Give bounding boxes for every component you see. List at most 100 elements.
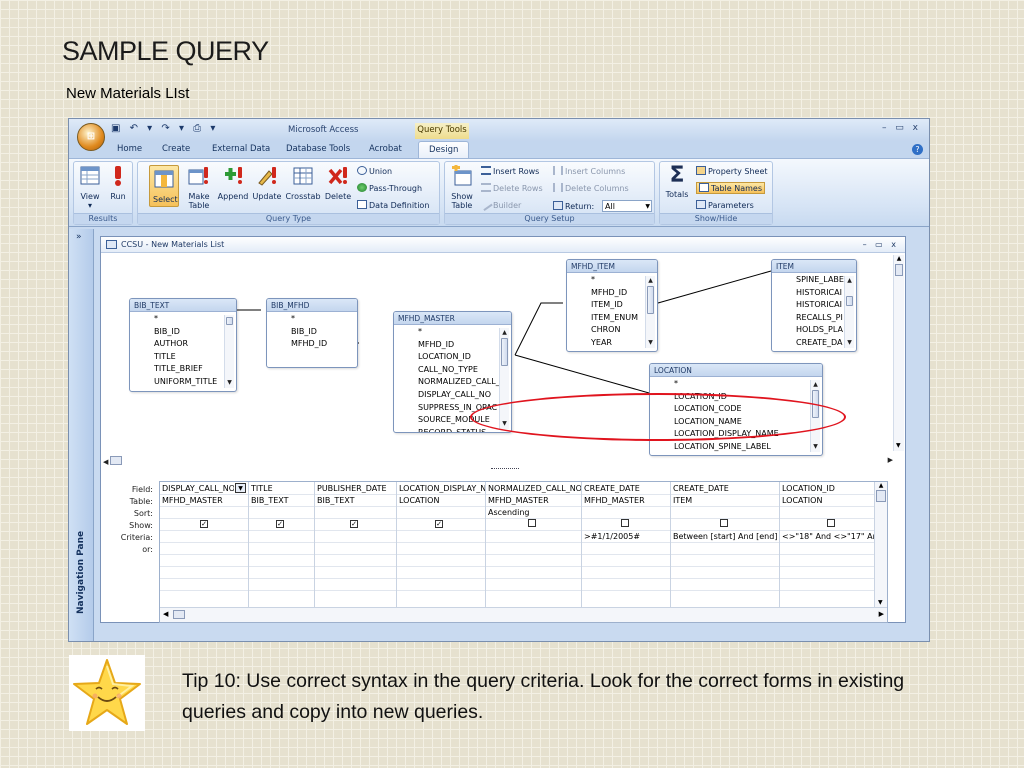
- grid-column[interactable]: LOCATION_DISPLAY_N LOCATION ✓: [397, 482, 486, 607]
- update-button[interactable]: Update: [251, 165, 283, 201]
- data-definition-button[interactable]: Data Definition: [357, 200, 429, 210]
- grid-column[interactable]: PUBLISHER_DATE BIB_TEXT ✓: [315, 482, 397, 607]
- run-button[interactable]: Run: [106, 165, 130, 201]
- navigation-pane[interactable]: » Navigation Pane: [69, 229, 94, 641]
- upper-pane-horizontal-scrollbar[interactable]: ◀ ▶: [103, 456, 893, 467]
- criteria-cell[interactable]: Between [start] And [end]: [673, 532, 779, 541]
- table-cell[interactable]: MFHD_MASTER: [488, 496, 549, 505]
- field-list-item[interactable]: *: [291, 313, 357, 326]
- quick-access-toolbar[interactable]: ▣ ↶ ▾ ↷ ▾ ⎙ ▾: [111, 123, 218, 134]
- splitter-grip[interactable]: [491, 468, 519, 472]
- field-cell[interactable]: PUBLISHER_DATE: [317, 484, 387, 493]
- return-combo[interactable]: All: [602, 200, 652, 212]
- upper-pane-vertical-scrollbar[interactable]: ▲ ▼: [893, 255, 904, 451]
- make-table-button[interactable]: Make Table: [186, 165, 212, 210]
- table-box-title[interactable]: MFHD_MASTER: [394, 312, 511, 325]
- show-checkbox[interactable]: [827, 519, 835, 529]
- show-checkbox[interactable]: ✓: [276, 519, 284, 528]
- field-list-item[interactable]: LOCATION_ID: [418, 351, 511, 364]
- field-cell[interactable]: DISPLAY_CALL_NO: [162, 484, 234, 493]
- totals-button[interactable]: Σ Totals: [663, 165, 691, 200]
- table-box-bib-text[interactable]: BIB_TEXT * ⚷BIB_ID AUTHOR TITLE TITLE_BR…: [129, 298, 237, 392]
- field-cell[interactable]: CREATE_DATE: [673, 484, 729, 493]
- grid-column[interactable]: CREATE_DATE MFHD_MASTER >#1/1/2005#: [582, 482, 671, 607]
- property-sheet-button[interactable]: Property Sheet: [696, 166, 768, 176]
- show-checkbox[interactable]: ✓: [350, 519, 358, 528]
- table-scrollbar[interactable]: ▲ ▼: [645, 276, 655, 348]
- table-cell[interactable]: BIB_TEXT: [317, 496, 355, 505]
- field-list-item[interactable]: DISPLAY_CALL_NO: [418, 389, 511, 402]
- table-box-title[interactable]: BIB_MFHD: [267, 299, 357, 312]
- grid-horizontal-scrollbar[interactable]: ◀ ▶: [160, 607, 887, 622]
- insert-columns-button[interactable]: Insert Columns: [553, 166, 625, 176]
- table-names-button[interactable]: Table Names: [696, 182, 765, 194]
- table-cell[interactable]: LOCATION: [399, 496, 439, 505]
- chevron-right-icon[interactable]: »: [76, 232, 82, 242]
- field-list-item[interactable]: CALL_NO_TYPE: [418, 364, 511, 377]
- crosstab-button[interactable]: Crosstab: [285, 165, 321, 201]
- table-cell[interactable]: MFHD_MASTER: [162, 496, 223, 505]
- table-box-bib-mfhd[interactable]: BIB_MFHD * ⚷BIB_ID ⚷MFHD_ID: [266, 298, 358, 368]
- select-button[interactable]: Select: [149, 165, 179, 207]
- builder-button[interactable]: Builder: [479, 197, 521, 212]
- field-list-item[interactable]: NORMALIZED_CALL_: [418, 376, 511, 389]
- show-table-button[interactable]: Show Table: [448, 165, 476, 210]
- tab-create[interactable]: Create: [162, 144, 190, 154]
- show-checkbox[interactable]: [621, 519, 629, 529]
- pass-through-button[interactable]: Pass-Through: [357, 183, 422, 193]
- window-controls[interactable]: – ▭ x: [882, 123, 921, 133]
- tab-external-data[interactable]: External Data: [212, 144, 270, 154]
- table-box-title[interactable]: ITEM: [772, 260, 856, 273]
- table-cell[interactable]: LOCATION: [782, 496, 822, 505]
- show-checkbox[interactable]: ✓: [435, 519, 443, 528]
- tab-acrobat[interactable]: Acrobat: [369, 144, 402, 154]
- tab-database-tools[interactable]: Database Tools: [286, 144, 350, 154]
- table-cell[interactable]: BIB_TEXT: [251, 496, 289, 505]
- table-box-title[interactable]: BIB_TEXT: [130, 299, 236, 312]
- field-dropdown-icon[interactable]: ▼: [235, 483, 246, 493]
- criteria-cell[interactable]: <>"18" And <>"17" And <: [782, 532, 874, 541]
- sort-cell[interactable]: Ascending: [488, 508, 529, 517]
- grid-column[interactable]: NORMALIZED_CALL_NO MFHD_MASTER Ascending: [486, 482, 582, 607]
- tab-home[interactable]: Home: [117, 144, 142, 154]
- field-cell[interactable]: TITLE: [251, 484, 273, 493]
- table-box-title[interactable]: MFHD_ITEM: [567, 260, 657, 273]
- show-checkbox[interactable]: [720, 519, 728, 529]
- table-scrollbar[interactable]: ▲ ▼: [844, 276, 854, 348]
- pane-splitter[interactable]: [101, 452, 905, 456]
- show-checkbox[interactable]: [528, 519, 536, 529]
- view-button[interactable]: View ▾: [78, 165, 102, 210]
- field-cell[interactable]: LOCATION_DISPLAY_N: [399, 484, 485, 493]
- table-box-title[interactable]: LOCATION: [650, 364, 822, 377]
- field-list-item[interactable]: ⚷MFHD_ID: [291, 338, 357, 351]
- insert-rows-button[interactable]: Insert Rows: [481, 166, 539, 176]
- field-cell[interactable]: CREATE_DATE: [584, 484, 640, 493]
- field-list-item[interactable]: *: [418, 326, 511, 339]
- field-list-item[interactable]: ⚷BIB_ID: [291, 326, 357, 339]
- grid-column[interactable]: TITLE BIB_TEXT ✓: [249, 482, 315, 607]
- union-button[interactable]: Union: [357, 166, 392, 176]
- table-scrollbar[interactable]: ▼: [224, 315, 234, 388]
- grid-column[interactable]: LOCATION_ID LOCATION <>"18" And <>"17" A…: [780, 482, 875, 607]
- table-box-item[interactable]: ITEM SPINE_LABE HISTORICAI HISTORICAI RE…: [771, 259, 857, 352]
- grid-column[interactable]: CREATE_DATE ITEM Between [start] And [en…: [671, 482, 780, 607]
- field-cell[interactable]: LOCATION_ID: [782, 484, 835, 493]
- delete-query-button[interactable]: Delete: [323, 165, 353, 201]
- table-cell[interactable]: ITEM: [673, 496, 692, 505]
- criteria-cell[interactable]: >#1/1/2005#: [584, 532, 640, 541]
- field-list-item[interactable]: ⚷MFHD_ID: [418, 339, 511, 352]
- help-icon[interactable]: ?: [912, 144, 923, 155]
- grid-vertical-scrollbar[interactable]: ▲ ▼: [874, 482, 887, 607]
- delete-rows-button[interactable]: Delete Rows: [481, 183, 543, 193]
- query-design-grid[interactable]: DISPLAY_CALL_NO ▼ MFHD_MASTER ✓ TITLE BI…: [159, 481, 888, 623]
- parameters-button[interactable]: Parameters: [696, 200, 754, 210]
- delete-columns-button[interactable]: Delete Columns: [553, 183, 629, 193]
- table-cell[interactable]: MFHD_MASTER: [584, 496, 645, 505]
- office-button-icon[interactable]: ⊞: [77, 123, 105, 151]
- field-cell[interactable]: NORMALIZED_CALL_NO: [488, 484, 581, 493]
- append-button[interactable]: Append: [216, 165, 250, 201]
- tab-design[interactable]: Design: [418, 141, 470, 158]
- field-list-item[interactable]: *: [674, 378, 822, 391]
- show-checkbox[interactable]: ✓: [200, 519, 208, 528]
- grid-column[interactable]: DISPLAY_CALL_NO ▼ MFHD_MASTER ✓: [160, 482, 249, 607]
